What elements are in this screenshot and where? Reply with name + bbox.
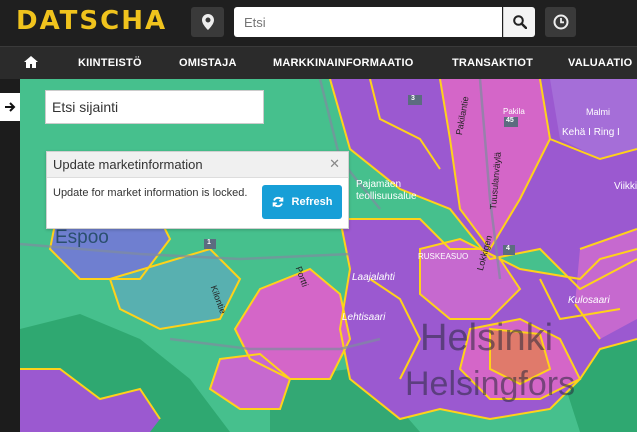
refresh-icon [272, 196, 283, 208]
map-label-espoo: Espoo [55, 227, 109, 248]
popup-message: Update for market information is locked. [53, 187, 248, 199]
nav-transaktiot[interactable]: TRANSAKTIOT [452, 47, 533, 79]
clock-icon [553, 14, 568, 30]
map[interactable]: Espoo Helsinki Helsingfors Pajamäen teol… [20, 79, 637, 432]
map-label-ruskeasuo: RUSKEASUO [418, 252, 469, 261]
map-label-keha: Kehä I Ring I [562, 127, 620, 138]
map-label-viikki: Viikki [614, 181, 637, 192]
popup-header: Update marketinformation ✕ [47, 152, 348, 178]
map-label-malmi: Malmi [586, 107, 610, 117]
refresh-label: Refresh [291, 196, 333, 208]
map-label-laajalahti: Laajalahti [352, 272, 395, 283]
location-button[interactable] [191, 7, 224, 37]
map-label-lehtisaari: Lehtisaari [342, 312, 386, 323]
side-panel [0, 79, 20, 432]
map-marker-icon [201, 14, 214, 30]
map-label-road-4: 4 [506, 245, 510, 252]
map-label-helsingfors: Helsingfors [405, 365, 576, 403]
nav-omistaja[interactable]: OMISTAJA [179, 47, 237, 79]
search-button[interactable] [503, 7, 535, 37]
logo[interactable]: DATSCHA [16, 6, 167, 36]
home-icon[interactable] [24, 56, 38, 68]
map-label-kulosaari: Kulosaari [568, 295, 610, 306]
nav-kiinteisto[interactable]: KIINTEISTÖ [78, 47, 142, 79]
nav-valuaatio[interactable]: VALUAATIO [568, 47, 632, 79]
map-label-pakila: Pakila [503, 107, 525, 116]
map-label-road-1: 1 [207, 239, 211, 246]
popup-title: Update marketinformation [53, 157, 203, 172]
map-label-pajamaki: Pajamäen [356, 179, 402, 190]
nav-markkinainformaatio[interactable]: MARKKINAINFORMAATIO [273, 47, 413, 79]
arrow-right-icon [4, 102, 15, 112]
map-label-helsinki: Helsinki [420, 317, 554, 359]
top-bar: DATSCHA [0, 0, 637, 46]
close-icon[interactable]: ✕ [329, 156, 340, 172]
refresh-button[interactable]: Refresh [262, 185, 342, 219]
search-icon [512, 15, 527, 29]
side-panel-toggle[interactable] [0, 93, 20, 121]
update-popup: Update marketinformation ✕ Update for ma… [46, 151, 349, 229]
search-input[interactable] [234, 7, 502, 37]
location-search-input[interactable] [45, 90, 264, 124]
main-nav: KIINTEISTÖ OMISTAJA MARKKINAINFORMAATIO … [0, 46, 637, 79]
map-label-teollisuusalue: teollisuusalue [356, 191, 417, 202]
map-label-road-45: 45 [506, 117, 514, 124]
map-label-road-3: 3 [411, 95, 415, 102]
history-button[interactable] [545, 7, 576, 37]
